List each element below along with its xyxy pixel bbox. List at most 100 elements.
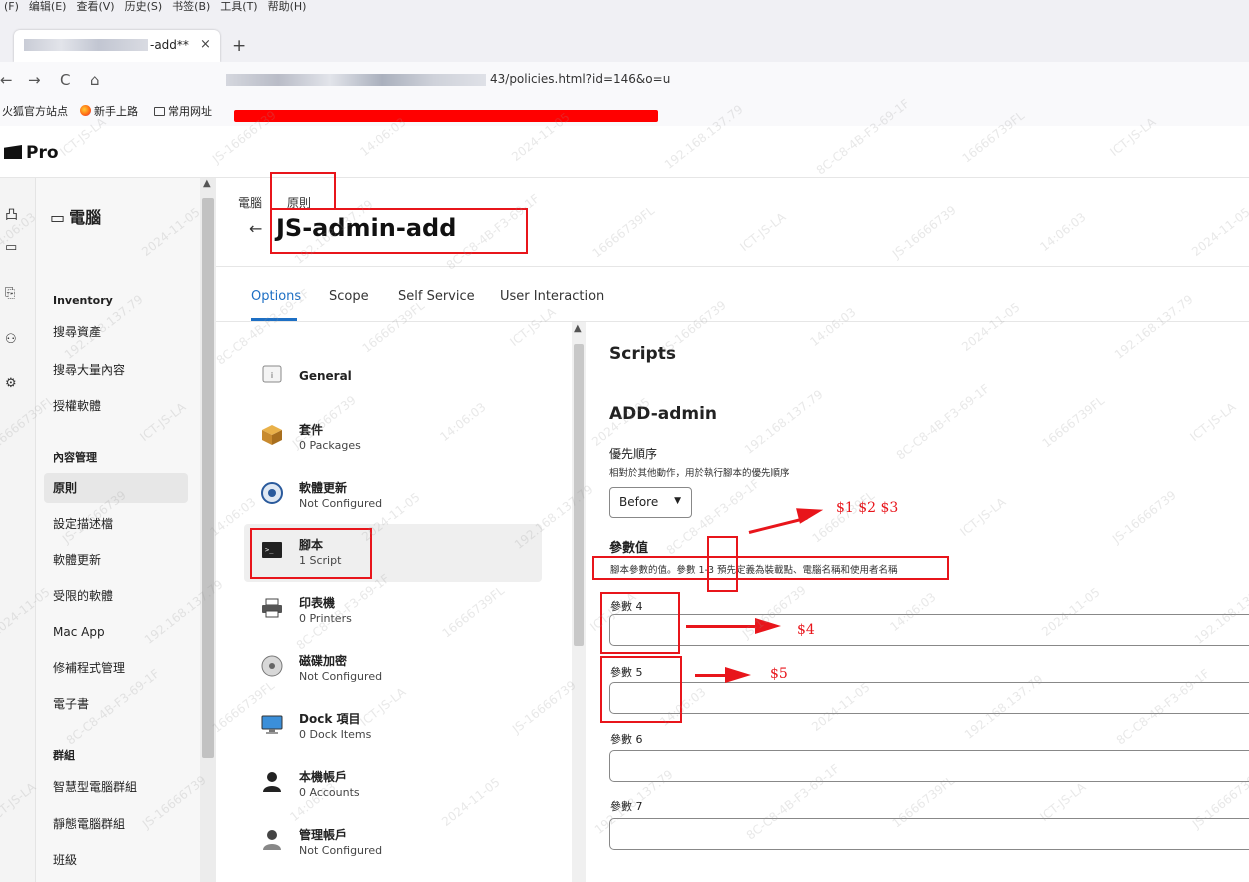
dock-icon xyxy=(261,715,283,734)
priority-select[interactable]: Before ▼ xyxy=(609,487,692,518)
bookmark-folder-common[interactable]: 常用网址 xyxy=(154,100,212,124)
menu-item[interactable]: 帮助(H) xyxy=(268,0,307,13)
svg-text:i: i xyxy=(271,371,273,380)
sidebar-item-restricted-software[interactable]: 受限的軟體 xyxy=(44,581,188,611)
back-icon[interactable]: ← xyxy=(0,71,13,89)
breadcrumb-parent[interactable]: 電腦 xyxy=(238,194,262,211)
devices-icon[interactable]: ⎘ xyxy=(5,286,15,301)
menu-item[interactable]: 查看(V) xyxy=(76,0,114,13)
payload-name: 管理帳戶 xyxy=(299,828,348,842)
disk-encryption-icon xyxy=(261,655,283,677)
sidebar-item-smart-groups[interactable]: 智慧型電腦群組 xyxy=(44,772,188,802)
tab-scope[interactable]: Scope xyxy=(329,289,369,304)
sidebar-item-licensed-software[interactable]: 授權軟體 xyxy=(44,391,188,421)
home-icon[interactable]: ⌂ xyxy=(90,71,100,89)
watermark-text: ICT-JS-LA xyxy=(737,209,789,255)
sidebar-item-software-updates[interactable]: 軟體更新 xyxy=(44,545,188,575)
close-tab-icon[interactable]: × xyxy=(200,37,211,52)
payload-packages[interactable]: 套件 0 Packages xyxy=(244,409,542,467)
payload-management-account[interactable]: 管理帳戶 Not Configured xyxy=(244,814,542,872)
sidebar-section-title-text: 電腦 xyxy=(69,208,102,227)
url-bar[interactable]: 43/policies.html?id=146&o=u xyxy=(226,72,670,86)
sidebar-scrollbar-thumb[interactable] xyxy=(202,198,214,758)
watermark-text: 16666739FL xyxy=(589,203,657,261)
payload-name: 本機帳戶 xyxy=(299,770,348,784)
payload-name: General xyxy=(299,369,352,383)
annotation-box-breadcrumb xyxy=(270,172,336,210)
payload-local-accounts[interactable]: 本機帳戶 0 Accounts xyxy=(244,756,542,814)
users-icon[interactable]: ⚇ xyxy=(5,332,17,347)
sidebar-item-search-inventory[interactable]: 搜尋資產 xyxy=(44,317,188,347)
sidebar-item-config-profiles[interactable]: 設定描述檔 xyxy=(44,509,188,539)
annotation-label-4: $4 xyxy=(797,622,815,638)
menu-item[interactable]: 工具(T) xyxy=(220,0,257,13)
param-6-input[interactable] xyxy=(609,750,1249,782)
menu-item[interactable]: 编辑(E) xyxy=(29,0,67,13)
menu-item[interactable]: 书签(B) xyxy=(172,0,210,13)
sidebar-item-patch-management[interactable]: 修補程式管理 xyxy=(44,653,188,683)
priority-select-value: Before xyxy=(619,495,659,509)
tab-user-interaction[interactable]: User Interaction xyxy=(500,289,604,304)
scroll-up-icon[interactable]: ▲ xyxy=(574,323,582,334)
priority-label: 優先順序 xyxy=(609,447,658,461)
sidebar-item-static-groups[interactable]: 靜態電腦群組 xyxy=(44,809,188,839)
annotation-box-params-desc xyxy=(592,556,949,580)
sidebar-header-content: 內容管理 xyxy=(53,451,97,464)
bookmark-firefox-official[interactable]: 火狐官方站点 xyxy=(2,100,68,124)
policy-tabs: Options Scope Self Service User Interact… xyxy=(216,266,1249,322)
new-tab-button[interactable]: + xyxy=(232,36,246,56)
app-logo[interactable]: Pro xyxy=(4,143,59,163)
settings-icon[interactable]: ⚙ xyxy=(5,376,17,391)
menu-item[interactable]: (F) xyxy=(4,0,19,13)
forward-icon[interactable]: → xyxy=(28,71,41,89)
browser-menubar: (F) 编辑(E) 查看(V) 历史(S) 书签(B) 工具(T) 帮助(H) xyxy=(0,0,1249,16)
sidebar-item-search-volume[interactable]: 搜尋大量內容 xyxy=(44,355,188,385)
menu-item[interactable]: 历史(S) xyxy=(125,0,163,13)
priority-description: 相對於其他動作，用於執行腳本的優先順序 xyxy=(609,468,790,479)
payload-printers[interactable]: 印表機 0 Printers xyxy=(244,582,542,640)
scroll-up-icon[interactable]: ▲ xyxy=(203,178,211,189)
param-4-input[interactable] xyxy=(609,614,1249,646)
param-5-input[interactable] xyxy=(609,682,1249,714)
app-logo-text: Pro xyxy=(26,143,59,163)
sidebar-scrollbar[interactable]: ▲ xyxy=(200,178,216,882)
local-account-icon xyxy=(263,772,281,792)
dashboard-icon[interactable]: 凸 xyxy=(5,204,18,223)
reload-icon[interactable]: C xyxy=(60,71,70,89)
browser-tab[interactable]: -add** × xyxy=(14,30,220,62)
browser-tabstrip: -add** × + xyxy=(0,16,1249,62)
form-section-title: Scripts xyxy=(609,344,676,364)
bookmark-getting-started[interactable]: 新手上路 xyxy=(80,100,138,124)
folder-icon xyxy=(154,107,165,116)
payload-name: 軟體更新 xyxy=(299,481,348,495)
payload-name: 磁碟加密 xyxy=(299,654,348,668)
watermark-text: JS-16666739 xyxy=(889,202,959,262)
sidebar-item-mac-app[interactable]: Mac App xyxy=(44,617,188,647)
payload-software-update[interactable]: 軟體更新 Not Configured xyxy=(244,467,542,525)
bookmark-getting-started-label: 新手上路 xyxy=(94,105,138,118)
computer-icon[interactable]: ▭ xyxy=(5,240,17,255)
sidebar-item-policies[interactable]: 原則 xyxy=(44,473,188,503)
url-text: 43/policies.html?id=146&o=u xyxy=(490,72,671,86)
redaction-bar xyxy=(234,110,658,122)
payload-scrollbar[interactable]: ▲ xyxy=(572,322,586,882)
sidebar-header-inventory: Inventory xyxy=(53,294,113,307)
tab-options[interactable]: Options xyxy=(251,289,301,304)
tab-self-service[interactable]: Self Service xyxy=(398,289,475,304)
param-7-input[interactable] xyxy=(609,818,1249,850)
payload-dock[interactable]: Dock 項目 0 Dock Items xyxy=(244,698,542,756)
payload-general[interactable]: i General xyxy=(244,348,542,406)
payload-scrollbar-thumb[interactable] xyxy=(574,344,584,646)
sidebar-item-ebooks[interactable]: 電子書 xyxy=(44,689,188,719)
annotation-box-title xyxy=(270,208,528,254)
chevron-down-icon: ▼ xyxy=(674,496,681,506)
payload-disk-encryption[interactable]: 磁碟加密 Not Configured xyxy=(244,640,542,698)
sidebar-item-classes[interactable]: 班級 xyxy=(44,845,188,875)
payload-list: i General 套件 0 Packages 軟體更新 Not Configu… xyxy=(216,322,572,882)
payload-status: 0 Accounts xyxy=(299,786,360,799)
computer-icon: ▭ xyxy=(50,208,66,227)
annotation-arrow-head xyxy=(755,618,781,634)
back-arrow-icon[interactable]: ← xyxy=(249,219,262,238)
watermark-text: 2024-11-05 xyxy=(1188,205,1249,259)
package-icon xyxy=(262,425,282,445)
